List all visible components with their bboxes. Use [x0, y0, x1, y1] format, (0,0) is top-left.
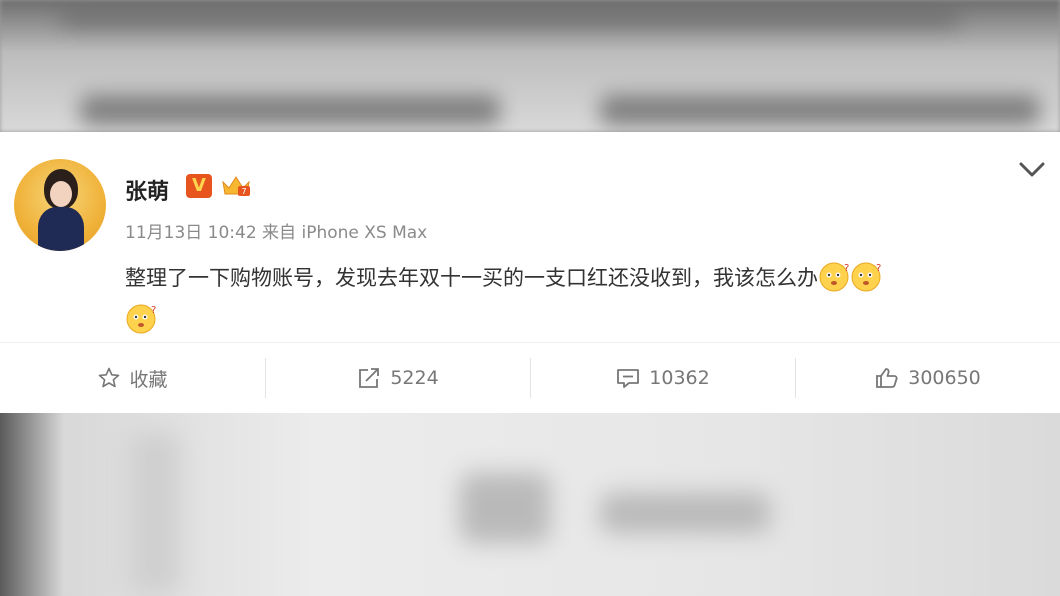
like-count: 300650 — [908, 367, 981, 389]
thumbs-up-icon — [876, 368, 898, 388]
svg-text:7: 7 — [241, 187, 246, 196]
blurred-background-bottom — [0, 413, 1060, 596]
comment-count: 10362 — [649, 367, 710, 389]
avatar[interactable] — [14, 159, 106, 251]
post-text: 整理了一下购物账号，发现去年双十一买的一支口红还没收到，我该怎么办 ? ? ? — [125, 257, 1045, 341]
confused-face-emoji-icon: ? — [851, 262, 881, 292]
chevron-down-icon[interactable] — [1016, 158, 1048, 182]
blurred-background-top — [0, 0, 1060, 132]
comment-button[interactable]: 10362 — [530, 343, 795, 413]
member-crown-icon: 7 — [222, 176, 250, 196]
verified-badge-icon: V — [186, 174, 212, 198]
post-text-content: 整理了一下购物账号，发现去年双十一买的一支口红还没收到，我该怎么办 — [125, 266, 818, 290]
star-icon — [99, 367, 120, 388]
username[interactable]: 张萌 — [125, 174, 169, 206]
repost-button[interactable]: 5224 — [265, 343, 530, 413]
repost-count: 5224 — [390, 367, 439, 389]
svg-text:?: ? — [876, 263, 881, 274]
like-button[interactable]: 300650 — [795, 343, 1060, 413]
comment-icon — [617, 369, 640, 388]
action-bar: 收藏 5224 10362 300650 — [0, 343, 1060, 413]
share-icon — [359, 368, 380, 388]
svg-text:?: ? — [151, 305, 156, 316]
post-meta: 11月13日 10:42 来自 iPhone XS Max — [125, 223, 428, 243]
favorite-button[interactable]: 收藏 — [0, 343, 265, 413]
confused-face-emoji-icon: ? — [819, 262, 849, 292]
favorite-label: 收藏 — [129, 368, 168, 391]
svg-text:?: ? — [844, 263, 849, 274]
weibo-post-card: 张萌 V 7 11月13日 10:42 来自 iPhone XS Max 整理了… — [0, 132, 1060, 413]
confused-face-emoji-icon: ? — [126, 304, 156, 334]
